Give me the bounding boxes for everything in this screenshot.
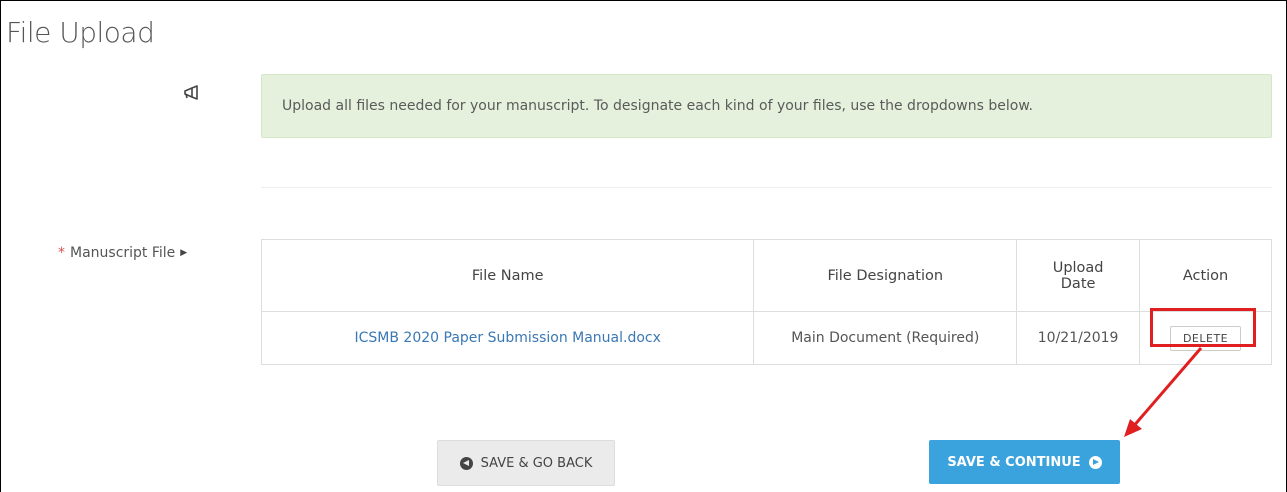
info-alert: Upload all files needed for your manuscr… [261,74,1272,138]
header-upload-date-line1: Upload [1052,259,1104,276]
required-marker: * [58,245,65,261]
page-title: File Upload [6,16,155,49]
circle-arrow-right-icon [1088,455,1102,469]
header-upload-date: Upload Date [1016,239,1141,312]
circle-arrow-left-icon [459,456,473,470]
header-upload-date-line2: Date [1060,275,1096,292]
cell-action: DELETE [1139,311,1272,365]
divider [261,187,1272,188]
field-label-text: Manuscript File [70,245,176,261]
cell-file-name: ICSMB 2020 Paper Submission Manual.docx [260,311,755,365]
manuscript-file-label: * Manuscript File ▶ [58,245,187,261]
header-file-designation: File Designation [753,239,1018,312]
save-continue-label: SAVE & CONTINUE [947,454,1081,470]
delete-button[interactable]: DELETE [1169,325,1242,351]
megaphone-icon [184,85,198,100]
cell-designation: Main Document (Required) [753,311,1018,365]
save-continue-button[interactable]: SAVE & CONTINUE [929,440,1120,484]
cell-upload-date: 10/21/2019 [1016,311,1141,365]
caret-right-icon[interactable]: ▶ [180,248,187,258]
table-row: ICSMB 2020 Paper Submission Manual.docx … [260,311,1272,365]
header-action: Action [1139,239,1272,312]
save-go-back-label: SAVE & GO BACK [480,455,593,471]
header-file-name: File Name [260,239,755,312]
files-table: File Name File Designation Upload Date A… [260,239,1272,365]
alert-message: Upload all files needed for your manuscr… [282,98,1033,114]
file-link[interactable]: ICSMB 2020 Paper Submission Manual.docx [355,330,661,346]
save-go-back-button[interactable]: SAVE & GO BACK [437,440,615,486]
table-header-row: File Name File Designation Upload Date A… [260,239,1272,312]
